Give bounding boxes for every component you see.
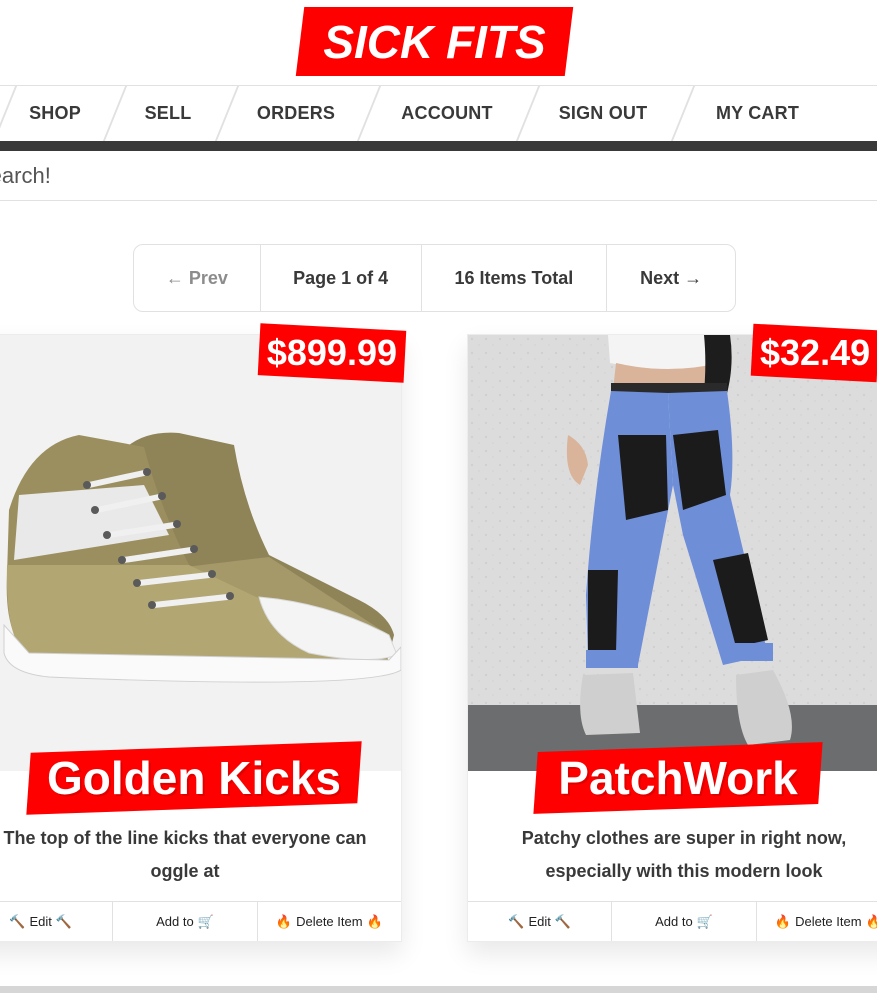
fire-icon: 🔥 <box>865 913 877 929</box>
nav-bottom-bar <box>0 141 877 151</box>
add-to-cart-button[interactable]: Add to 🛒 <box>612 902 757 941</box>
nav-sign-out[interactable]: SIGN OUT <box>527 86 679 141</box>
hammer-icon: 🔨 <box>9 913 26 929</box>
product-actions: 🔨 Edit 🔨 Add to 🛒 🔥 Delete Item 🔥 <box>468 901 877 941</box>
nav-my-cart[interactable]: MY CART 0 <box>682 86 877 141</box>
price-tag: $899.99 <box>259 327 405 379</box>
hammer-icon: 🔨 <box>508 913 525 929</box>
cart-count: 0 <box>821 104 831 122</box>
search-bar <box>0 151 877 201</box>
items-total: 16 Items Total <box>422 245 608 311</box>
price: $899.99 <box>266 332 397 373</box>
cart-label: MY CART <box>715 103 800 123</box>
fire-icon: 🔥 <box>275 913 293 929</box>
edit-label: Edit <box>29 914 52 929</box>
page-indicator: Page 1 of 4 <box>261 245 422 311</box>
pants-illustration <box>468 335 877 771</box>
delete-label: Delete Item <box>296 914 363 929</box>
delete-label: Delete Item <box>795 914 862 929</box>
nav-orders[interactable]: ORDERS <box>226 86 366 141</box>
patch-pants-image[interactable] <box>468 335 877 771</box>
add-label: Add to <box>655 914 693 929</box>
product-title[interactable]: Golden Kicks <box>29 747 359 809</box>
pagination: ← Prev Page 1 of 4 16 Items Total Next → <box>133 244 736 312</box>
cart-icon: 🛒 <box>696 913 713 929</box>
product-title[interactable]: PatchWork <box>536 747 820 809</box>
edit-button[interactable]: 🔨 Edit 🔨 <box>468 902 613 941</box>
footer-divider <box>0 986 877 993</box>
prev-page-button[interactable]: ← Prev <box>134 245 261 311</box>
product-card: $32.49 PatchWork Patchy clothes are supe… <box>467 332 877 942</box>
price: $32.49 <box>760 332 871 373</box>
main-nav: SHOP SELL ORDERS ACCOUNT SIGN OUT MY CAR… <box>0 86 877 141</box>
nav-shop[interactable]: SHOP <box>0 86 110 141</box>
add-label: Add to <box>156 914 194 929</box>
hammer-icon: 🔨 <box>55 913 73 929</box>
delete-button[interactable]: 🔥 Delete Item 🔥 <box>757 902 877 941</box>
fire-icon: 🔥 <box>774 913 792 929</box>
sneaker-image[interactable] <box>0 335 401 771</box>
search-input[interactable] <box>0 151 877 201</box>
nav-sell[interactable]: SELL <box>112 86 224 141</box>
product-description: The top of the line kicks that everyone … <box>3 828 367 881</box>
nav-account[interactable]: ACCOUNT <box>368 86 526 141</box>
fire-icon: 🔥 <box>366 913 383 929</box>
delete-button[interactable]: 🔥 Delete Item 🔥 <box>258 902 401 941</box>
logo[interactable]: SICK FITS <box>300 7 569 76</box>
cart-count-badge: 0 <box>809 98 843 130</box>
edit-button[interactable]: 🔨 Edit 🔨 <box>0 902 114 941</box>
sneaker-illustration <box>0 335 401 771</box>
cart-icon: 🛒 <box>197 913 214 929</box>
edit-label: Edit <box>528 914 551 929</box>
price-tag: $32.49 <box>752 327 877 379</box>
add-to-cart-button[interactable]: Add to 🛒 <box>113 902 258 941</box>
product-card: $899.99 Golden Kicks The top of the line… <box>0 332 402 942</box>
next-page-button[interactable]: Next → <box>607 245 735 311</box>
hammer-icon: 🔨 <box>554 913 572 929</box>
product-title-text: PatchWork <box>558 752 798 804</box>
product-description: Patchy clothes are super in right now, e… <box>521 828 847 881</box>
product-title-text: Golden Kicks <box>47 752 341 804</box>
product-actions: 🔨 Edit 🔨 Add to 🛒 🔥 Delete Item 🔥 <box>0 901 401 941</box>
